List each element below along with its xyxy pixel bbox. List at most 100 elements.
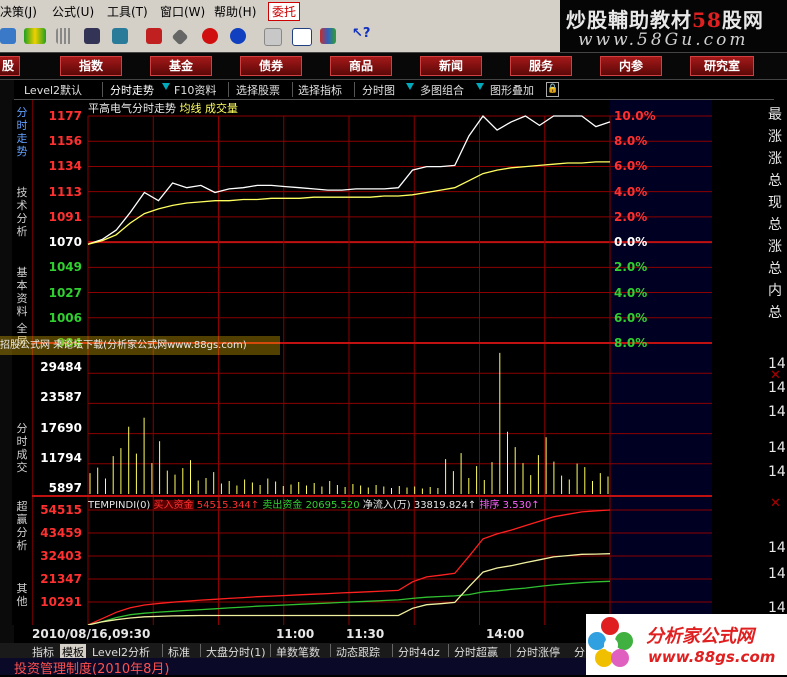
time-label: 11:00 <box>276 627 315 641</box>
tab-select-indicator[interactable]: 选择指标 <box>298 82 342 98</box>
people-icon[interactable] <box>112 28 128 44</box>
blue-icon[interactable] <box>0 28 16 44</box>
volume-tick-label: 29484 <box>40 360 82 375</box>
flower-logo-icon <box>588 617 633 667</box>
menu-tools[interactable]: 工具(T) <box>107 3 148 20</box>
tab-timechart[interactable]: 分时图 <box>362 82 395 98</box>
time-label: 11:30 <box>346 627 385 641</box>
price-tick-label: 1134 <box>48 159 82 174</box>
tab-f10[interactable]: F10资料 <box>174 82 216 98</box>
site-logo-banner: 炒股輔助教材58股网 www.58Gu.com <box>560 0 787 52</box>
percent-tick-label: 4.0% <box>614 184 648 199</box>
window-icon[interactable] <box>292 28 312 46</box>
watermark-banner: 招股公式网 来论坛下载(分析家公式网www.88gs.com) <box>0 336 280 355</box>
menu-decision[interactable]: 决策(J) <box>0 3 37 20</box>
toolbar: ↖? <box>0 22 560 53</box>
lock-icon[interactable]: 🔒 <box>546 82 559 97</box>
menu-trade[interactable]: 委托 <box>268 2 301 21</box>
quote-label: 现 <box>768 195 782 211</box>
menu-formula[interactable]: 公式(U) <box>52 3 94 20</box>
category-commodity[interactable]: 商品 <box>330 56 392 76</box>
fund-tick-label: 10291 <box>40 595 82 609</box>
menu-window[interactable]: 窗口(W) <box>160 3 205 20</box>
tab-intraday[interactable]: 分时走势 <box>110 82 154 98</box>
tab-separator <box>510 644 511 657</box>
tab-separator <box>162 644 163 657</box>
ie-blue-icon[interactable] <box>230 28 246 44</box>
percent-tick-label: 8.0% <box>614 336 648 350</box>
quote-label: 内 <box>768 283 782 299</box>
vtab-super-win[interactable]: 超赢分析 <box>13 500 31 552</box>
tab-separator <box>102 82 103 97</box>
close-icon[interactable]: ✕ <box>770 368 781 383</box>
fund-header: TEMPINDI(0) 买入资金 54515.344↑ 卖出资金 20695.5… <box>88 500 540 511</box>
percent-tick-label: 4.0% <box>614 285 648 300</box>
dropdown-arrow-icon[interactable] <box>406 83 414 90</box>
clipboard-icon[interactable] <box>264 28 282 46</box>
dropdown-arrow-icon[interactable] <box>476 83 484 90</box>
quote-value: 14 <box>768 464 786 480</box>
chart-red-icon[interactable] <box>146 28 162 44</box>
category-insider[interactable]: 内参 <box>600 56 662 76</box>
category-research[interactable]: 研究室 <box>690 56 754 76</box>
footer-site-logo: 分析家公式网 www.88gs.com <box>586 614 787 675</box>
category-bond[interactable]: 债券 <box>240 56 302 76</box>
tab-select-stock[interactable]: 选择股票 <box>236 82 280 98</box>
tab-separator <box>448 644 449 657</box>
quote-label: 最 <box>768 107 782 123</box>
vtab-other[interactable]: 其他 <box>13 582 31 608</box>
vtab-intraday[interactable]: 分时走势 <box>13 106 31 158</box>
tab-overlay[interactable]: 图形叠加 <box>490 82 534 98</box>
quote-label: 涨 <box>768 151 782 167</box>
quote-value: 14 <box>768 440 786 456</box>
diamond-icon[interactable] <box>171 28 189 46</box>
percent-tick-label: 0.0% <box>614 235 648 250</box>
help-pointer-icon[interactable]: ↖? <box>352 26 370 42</box>
volume-tick-label: 23587 <box>40 390 82 405</box>
menu-help[interactable]: 帮助(H) <box>214 3 256 20</box>
quote-label: 涨 <box>768 239 782 255</box>
category-bar: 股 指数 基金 债券 商品 新闻 服务 内参 研究室 <box>0 52 787 80</box>
time-label: 14:00 <box>486 627 525 641</box>
price-tick-label: 1070 <box>48 235 82 250</box>
fund-tick-label: 54515 <box>40 503 82 517</box>
percent-tick-label: 6.0% <box>614 310 648 325</box>
bottom-tab-bar: 指标 模板 Level2分析 标准 大盘分时(1) 单数笔数 动态跟踪 分时4d… <box>0 643 600 660</box>
tab-separator <box>392 644 393 657</box>
grid <box>32 115 712 625</box>
quote-label: 总 <box>768 217 782 233</box>
percent-tick-label: 2.0% <box>614 209 648 224</box>
ie-red-icon[interactable] <box>202 28 218 44</box>
tab-separator <box>228 82 229 97</box>
vtab-tick-trades[interactable]: 分时成交 <box>13 422 31 474</box>
percent-tick-label: 10.0% <box>614 109 656 123</box>
quote-value: 14 <box>768 540 786 556</box>
flag-icon[interactable] <box>24 28 46 44</box>
category-news[interactable]: 新闻 <box>420 56 482 76</box>
price-tick-label: 1091 <box>48 209 82 224</box>
tab-level2-default[interactable]: Level2默认 <box>24 82 82 98</box>
binoculars-icon[interactable] <box>84 28 100 44</box>
status-text[interactable]: 投资管理制度(2010年8月) <box>14 658 170 677</box>
books-icon[interactable] <box>320 28 336 44</box>
vtab-fundamentals[interactable]: 基本资料 <box>13 266 31 318</box>
tab-multi-chart[interactable]: 多图组合 <box>420 82 464 98</box>
vtab-technical[interactable]: 技术分析 <box>13 186 31 238</box>
quote-value: 14 <box>768 404 786 420</box>
dropdown-arrow-icon[interactable] <box>162 83 170 90</box>
category-fund[interactable]: 基金 <box>150 56 212 76</box>
quote-label: 总 <box>768 173 782 189</box>
close-icon[interactable]: ✕ <box>770 496 781 511</box>
quote-panel: 最涨涨总现总涨总内总 14 14 14 14 14 14 14 14 ✕ ✕ <box>768 100 787 625</box>
quote-value: 14 <box>768 566 786 582</box>
tab-separator <box>330 644 331 657</box>
chart-title: 平高电气分时走势 均线 成交量 <box>88 102 238 115</box>
category-index[interactable]: 指数 <box>60 56 122 76</box>
intraday-chart[interactable]: 平高电气分时走势 均线 成交量 1177 1156 1134 1113 1091 1070… <box>32 100 712 626</box>
grid-icon[interactable] <box>56 28 72 44</box>
volume-tick-label: 17690 <box>40 420 82 435</box>
category-service[interactable]: 服务 <box>510 56 572 76</box>
category-stock[interactable]: 股 <box>0 56 20 76</box>
tab-separator <box>200 644 201 657</box>
price-tick-label: 1049 <box>48 260 82 275</box>
